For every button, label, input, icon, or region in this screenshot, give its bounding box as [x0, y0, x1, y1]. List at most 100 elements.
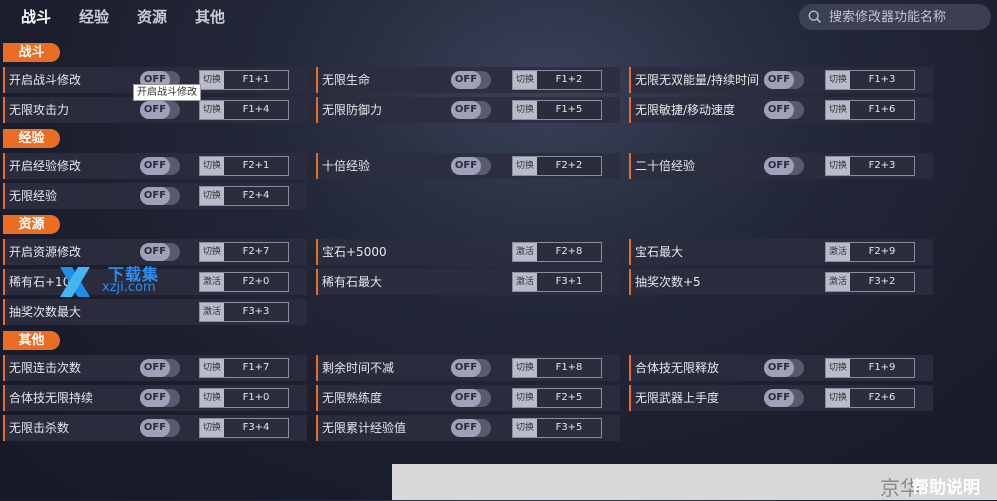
cheat-toggle[interactable]: OFF: [140, 389, 180, 407]
hotkey-field[interactable]: 切换 F2+4: [199, 186, 289, 206]
hotkey-field[interactable]: 切换 F1+9: [825, 358, 915, 378]
hotkey-mode: 切换: [513, 389, 537, 407]
cheat-row: 无限累计经验值 OFF 切换 F3+5: [316, 415, 620, 441]
cheat-toggle[interactable]: OFF: [140, 359, 180, 377]
hotkey-field[interactable]: 切换 F2+1: [199, 156, 289, 176]
cheat-label: 开启战斗修改: [9, 73, 82, 87]
toggle-state: OFF: [140, 101, 170, 119]
row-accent: [3, 67, 5, 93]
hotkey-key: F2+8: [537, 243, 601, 261]
hotkey-key: F1+1: [224, 71, 288, 89]
section-experience-title: 经验: [3, 129, 60, 148]
hotkey-field[interactable]: 切换 F1+2: [512, 70, 602, 90]
cheat-toggle[interactable]: OFF: [140, 101, 180, 119]
hotkey-field[interactable]: 切换 F1+6: [825, 100, 915, 120]
cheat-row: 无限熟练度 OFF 切换 F2+5: [316, 385, 620, 411]
category-tabs: 战斗 经验 资源 其他: [14, 0, 246, 34]
cheat-toggle[interactable]: OFF: [451, 157, 491, 175]
cheat-label: 无限武器上手度: [635, 391, 720, 405]
cheat-toggle[interactable]: OFF: [764, 157, 804, 175]
hotkey-mode: 激活: [200, 273, 224, 291]
hotkey-field[interactable]: 切换 F2+6: [825, 388, 915, 408]
toggle-state: OFF: [764, 157, 794, 175]
cheat-toggle[interactable]: OFF: [451, 389, 491, 407]
cheat-toggle[interactable]: OFF: [451, 419, 491, 437]
toggle-state: OFF: [140, 389, 170, 407]
hotkey-mode: 激活: [513, 243, 537, 261]
cheat-row: 抽奖次数+5 激活 F3+2: [629, 269, 933, 295]
hotkey-field[interactable]: 切换 F2+2: [512, 156, 602, 176]
hotkey-field[interactable]: 切换 F1+1: [199, 70, 289, 90]
cheat-toggle[interactable]: OFF: [764, 359, 804, 377]
cheat-label: 合体技无限释放: [635, 361, 720, 375]
hotkey-field[interactable]: 切换 F1+5: [512, 100, 602, 120]
tab-resources[interactable]: 资源: [130, 0, 174, 34]
toggle-state: OFF: [140, 359, 170, 377]
toggle-state: OFF: [140, 187, 170, 205]
hotkey-field[interactable]: 切换 F1+7: [199, 358, 289, 378]
hotkey-field[interactable]: 切换 F1+8: [512, 358, 602, 378]
hotkey-mode: 激活: [513, 273, 537, 291]
hotkey-key: F1+6: [850, 101, 914, 119]
tab-experience[interactable]: 经验: [72, 0, 116, 34]
hotkey-field[interactable]: 激活 F2+0: [199, 272, 289, 292]
hotkey-field[interactable]: 切换 F3+5: [512, 418, 602, 438]
hotkey-field[interactable]: 激活 F2+9: [825, 242, 915, 262]
cheat-toggle[interactable]: OFF: [764, 71, 804, 89]
cheat-row: 合体技无限释放 OFF 切换 F1+9: [629, 355, 933, 381]
row-accent: [3, 269, 5, 295]
hotkey-field[interactable]: 切换 F3+4: [199, 418, 289, 438]
cheat-row: 稀有石最大 激活 F3+1: [316, 269, 620, 295]
cheat-label: 剩余时间不减: [322, 361, 395, 375]
cheat-row: 无限无双能量/持续时间 OFF 切换 F1+3: [629, 67, 933, 93]
hotkey-key: F2+0: [224, 273, 288, 291]
hotkey-key: F3+1: [537, 273, 601, 291]
xzji-logo-icon: [60, 267, 90, 297]
hotkey-key: F3+3: [224, 303, 288, 321]
tab-other[interactable]: 其他: [188, 0, 232, 34]
cheat-toggle[interactable]: OFF: [764, 389, 804, 407]
cheat-toggle[interactable]: OFF: [140, 157, 180, 175]
cheat-label: 无限累计经验值: [322, 421, 407, 435]
hotkey-key: F2+4: [224, 187, 288, 205]
hotkey-field[interactable]: 切换 F2+7: [199, 242, 289, 262]
row-accent: [629, 385, 631, 411]
cheat-toggle[interactable]: OFF: [140, 419, 180, 437]
hotkey-key: F1+3: [850, 71, 914, 89]
cheat-label: 合体技无限持续: [9, 391, 94, 405]
hotkey-field[interactable]: 切换 F2+5: [512, 388, 602, 408]
cheat-toggle[interactable]: OFF: [140, 187, 180, 205]
hotkey-key: F1+4: [224, 101, 288, 119]
toggle-state: OFF: [140, 419, 170, 437]
cheat-toggle[interactable]: OFF: [451, 71, 491, 89]
cheat-toggle[interactable]: OFF: [140, 243, 180, 261]
hotkey-field[interactable]: 激活 F3+1: [512, 272, 602, 292]
tab-battle[interactable]: 战斗: [14, 0, 58, 34]
hotkey-field[interactable]: 激活 F2+8: [512, 242, 602, 262]
hotkey-field[interactable]: 切换 F1+3: [825, 70, 915, 90]
hotkey-field[interactable]: 切换 F1+4: [199, 100, 289, 120]
tooltip: 开启战斗修改: [133, 84, 201, 101]
hotkey-mode: 切换: [200, 71, 224, 89]
row-accent: [3, 153, 5, 179]
toggle-state: OFF: [451, 71, 481, 89]
cheat-row: 宝石最大 激活 F2+9: [629, 239, 933, 265]
cheat-row: 宝石+5000 激活 F2+8: [316, 239, 620, 265]
cheat-toggle[interactable]: OFF: [451, 359, 491, 377]
cheat-toggle[interactable]: OFF: [451, 101, 491, 119]
cheat-toggle[interactable]: OFF: [764, 101, 804, 119]
hotkey-mode: 切换: [513, 157, 537, 175]
cheat-row: 无限敏捷/移动速度 OFF 切换 F1+6: [629, 97, 933, 123]
hotkey-key: F2+6: [850, 389, 914, 407]
cheat-label: 无限经验: [9, 189, 58, 203]
search-box[interactable]: [799, 4, 991, 30]
search-input[interactable]: [827, 8, 991, 26]
hotkey-field[interactable]: 激活 F3+3: [199, 302, 289, 322]
hotkey-field[interactable]: 激活 F3+2: [825, 272, 915, 292]
cheat-row: 无限连击次数 OFF 切换 F1+7: [3, 355, 307, 381]
hotkey-field[interactable]: 切换 F1+0: [199, 388, 289, 408]
row-accent: [316, 239, 318, 265]
hotkey-mode: 激活: [826, 243, 850, 261]
hotkey-field[interactable]: 切换 F2+3: [825, 156, 915, 176]
help-label[interactable]: 帮助说明: [912, 473, 980, 498]
